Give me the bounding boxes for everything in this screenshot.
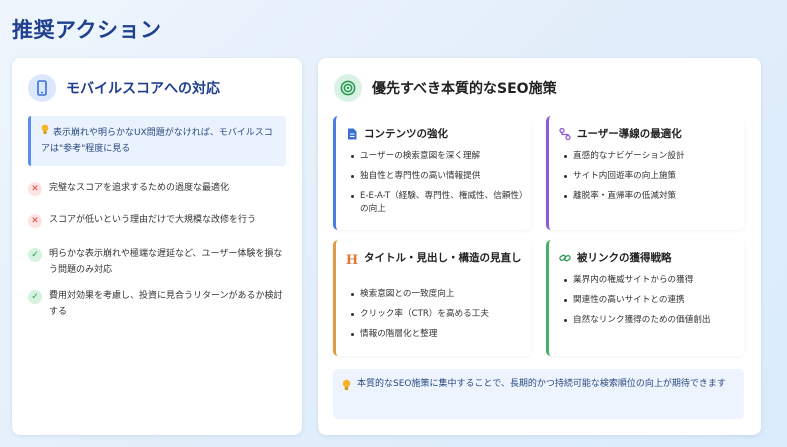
list-item-text: スコアが低いという理由だけで大規模な改修を行う <box>49 215 257 225</box>
seo-block-title: ユーザー導線の最適化 <box>577 128 682 140</box>
seo-block-title: 被リンクの獲得戦略 <box>577 252 672 264</box>
seo-block-content: コンテンツの強化 ユーザーの検索意図を深く理解 独自性と専門性の高い情報提供 E… <box>333 116 531 230</box>
seo-block-list: 直感的なナビゲーション設計 サイト内回遊率の向上施策 離脱率・直帰率の低減対策 <box>563 150 739 210</box>
seo-block-header: ユーザー導線の最適化 <box>559 127 739 141</box>
heading-icon: H <box>345 252 359 268</box>
seo-block-backlinks: 被リンクの獲得戦略 業界内の権威サイトからの獲得 関連性の高いサイトとの連携 自… <box>546 240 744 356</box>
seo-block-header: コンテンツの強化 <box>346 127 526 141</box>
seo-card-header: 優先すべき本質的なSEO施策 <box>334 74 557 102</box>
check-icon: ✓ <box>28 290 42 304</box>
list-item: 情報の階層化と整理 <box>350 328 526 341</box>
mobile-card-title: モバイルスコアへの対応 <box>66 81 220 97</box>
seo-summary-text: 本質的なSEO施策に集中することで、長期的かつ持続可能な検索順位の向上が期待でき… <box>357 379 726 389</box>
list-item: 直感的なナビゲーション設計 <box>563 150 739 163</box>
seo-block-list: 業界内の権威サイトからの獲得 関連性の高いサイトとの連携 自然なリンク獲得のため… <box>563 274 739 334</box>
seo-block-navigation: ユーザー導線の最適化 直感的なナビゲーション設計 サイト内回遊率の向上施策 離脱… <box>546 116 744 230</box>
list-item: 離脱率・直帰率の低減対策 <box>563 190 739 203</box>
seo-summary-note: 本質的なSEO施策に集中することで、長期的かつ持続可能な検索順位の向上が期待でき… <box>333 369 744 419</box>
list-item: サイト内回遊率の向上施策 <box>563 170 739 183</box>
seo-block-header: H タイトル・見出し・構造の見直し <box>345 251 526 268</box>
list-item: 検索意図との一致度向上 <box>350 288 526 301</box>
mobile-score-card: モバイルスコアへの対応 表示崩れや明らかなUX問題がなければ、モバイルスコアは"… <box>12 58 302 435</box>
list-item: ✕ スコアが低いという理由だけで大規模な改修を行う <box>28 212 290 228</box>
document-icon <box>346 127 358 141</box>
list-item: ✓ 費用対効果を考慮し、投資に見合うリターンがあるか検討する <box>28 288 290 320</box>
cross-icon: ✕ <box>28 214 42 228</box>
seo-block-title: タイトル・見出し・構造の見直し <box>364 252 522 264</box>
list-item: 自然なリンク獲得のための価値創出 <box>563 314 739 327</box>
route-icon <box>559 127 571 141</box>
list-item: 関連性の高いサイトとの連携 <box>563 294 739 307</box>
list-item: ユーザーの検索意図を深く理解 <box>350 150 526 163</box>
seo-block-list: ユーザーの検索意図を深く理解 独自性と専門性の高い情報提供 E-E-A-T（経験… <box>350 150 526 223</box>
list-item: ✓ 明らかな表示崩れや極端な遅延など、ユーザー体験を損なう問題のみ対応 <box>28 246 290 278</box>
mobile-note: 表示崩れや明らかなUX問題がなければ、モバイルスコアは"参考"程度に見る <box>28 116 286 166</box>
cross-icon: ✕ <box>28 182 42 196</box>
lightbulb-icon <box>41 124 49 141</box>
seo-block-header: 被リンクの獲得戦略 <box>559 251 739 265</box>
list-item-text: 費用対効果を考慮し、投資に見合うリターンがあるか検討する <box>49 291 283 317</box>
mobile-note-text: 表示崩れや明らかなUX問題がなければ、モバイルスコアは"参考"程度に見る <box>41 128 273 154</box>
list-item: E-E-A-T（経験、専門性、権威性、信頼性）の向上 <box>350 190 526 216</box>
mobile-card-header: モバイルスコアへの対応 <box>28 74 220 102</box>
seo-block-list: 検索意図との一致度向上 クリック率（CTR）を高める工夫 情報の階層化と整理 <box>350 288 526 348</box>
check-icon: ✓ <box>28 248 42 262</box>
list-item: クリック率（CTR）を高める工夫 <box>350 308 526 321</box>
seo-block-title: コンテンツの強化 <box>364 128 448 140</box>
page-title: 推奨アクション <box>12 18 162 42</box>
list-item-text: 完璧なスコアを追求するための過度な最適化 <box>49 183 230 193</box>
mobile-phone-icon <box>28 74 56 102</box>
seo-block-structure: H タイトル・見出し・構造の見直し 検索意図との一致度向上 クリック率（CTR）… <box>333 240 531 356</box>
list-item: 独自性と専門性の高い情報提供 <box>350 170 526 183</box>
list-item-text: 明らかな表示崩れや極端な遅延など、ユーザー体験を損なう問題のみ対応 <box>49 249 283 275</box>
list-item: 業界内の権威サイトからの獲得 <box>563 274 739 287</box>
list-item: ✕ 完璧なスコアを追求するための過度な最適化 <box>28 180 290 196</box>
target-icon <box>334 74 362 102</box>
seo-card-title: 優先すべき本質的なSEO施策 <box>372 81 557 97</box>
seo-priority-card: 優先すべき本質的なSEO施策 コンテンツの強化 ユーザーの検索意図を深く理解 独… <box>318 58 761 435</box>
lightbulb-icon <box>342 379 351 397</box>
link-icon <box>559 251 571 265</box>
